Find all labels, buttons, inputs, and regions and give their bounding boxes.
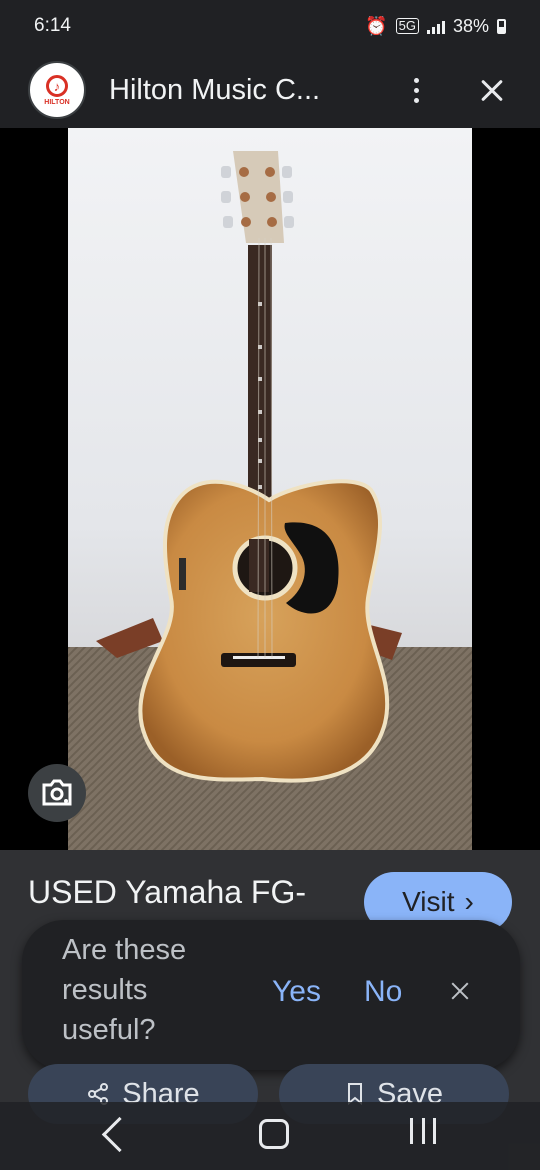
alarm-icon: ⏰ [365, 15, 388, 36]
feedback-no-button[interactable]: No [364, 975, 402, 1009]
visual-search-button[interactable] [28, 764, 86, 822]
back-icon[interactable] [101, 1116, 138, 1153]
feedback-card: Are these results useful? Yes No [22, 920, 520, 1070]
system-navigation-bar [0, 1102, 540, 1170]
feedback-close-icon[interactable] [446, 977, 474, 1005]
signal-icon [426, 18, 445, 34]
site-logo: ♪ HILTON [28, 61, 86, 119]
more-vertical-icon[interactable] [398, 70, 434, 110]
feedback-question: Are these results useful? [62, 934, 187, 1046]
site-title: Hilton Music C... [109, 73, 321, 106]
battery-percent: 38% [452, 15, 489, 36]
network-type: 5G [395, 18, 419, 34]
visit-label: Visit [402, 886, 455, 917]
chevron-right-icon: › [464, 886, 474, 917]
music-note-icon: ♪ [46, 74, 68, 97]
site-header: ♪ HILTON Hilton Music C... [0, 52, 540, 128]
home-icon[interactable] [259, 1119, 289, 1149]
guitar-image [68, 151, 472, 850]
logo-text: HILTON [44, 98, 70, 106]
battery-icon [497, 18, 506, 34]
status-time: 6:14 [34, 15, 71, 36]
recent-apps-icon[interactable] [410, 1118, 436, 1144]
close-icon[interactable] [472, 70, 512, 110]
status-icons: ⏰ 5G 38% [365, 16, 506, 37]
camera-search-icon [42, 779, 72, 806]
status-bar: 6:14 ⏰ 5G 38% [0, 0, 540, 52]
image-preview [0, 128, 540, 850]
feedback-yes-button[interactable]: Yes [272, 975, 321, 1009]
guitar-photo [68, 128, 472, 850]
